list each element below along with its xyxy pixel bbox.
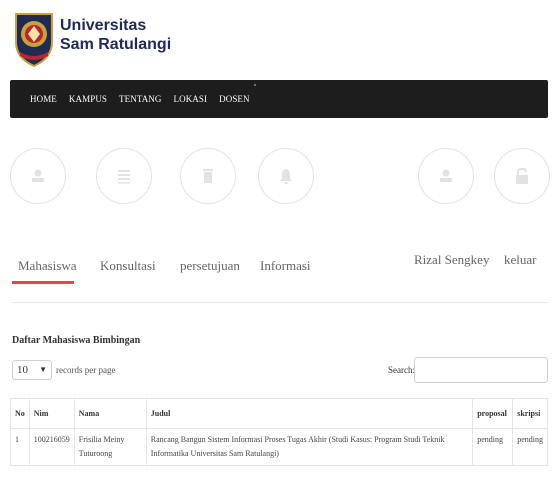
tab-konsultasi-circle[interactable] [96,148,152,204]
tab-konsultasi[interactable]: Konsultasi [100,258,156,274]
nav-indicator-dot [254,84,256,86]
brand-name[interactable]: Universitas Sam Ratulangi [60,16,171,54]
cell-proposal: pending [472,428,514,466]
tab-keluar[interactable]: keluar [504,252,536,268]
col-header-nim[interactable]: Nim [28,398,75,429]
tab-profile-name[interactable]: Rizal Sengkey [414,252,489,268]
main-navbar: HOME KAMPUS TENTANG LOKASI DOSEN [10,80,548,118]
caret-down-icon: ▼ [39,365,47,374]
user-icon [440,169,452,182]
cell-nama: Frisilia Meiny Tuturoong [73,428,147,466]
cell-skripsi: pending [512,428,548,466]
col-header-proposal[interactable]: proposal [472,398,514,429]
nav-item-kampus[interactable]: KAMPUS [69,94,107,104]
university-seal-icon[interactable] [12,8,56,68]
nav-item-tentang[interactable]: TENTANG [119,94,161,104]
table-row[interactable]: 1 100216059 Frisilia Meiny Tuturoong Ran… [10,428,548,466]
tab-profile-circle[interactable] [418,148,474,204]
col-header-skripsi[interactable]: skripsi [512,398,548,429]
tab-mahasiswa-circle[interactable] [10,148,66,204]
page-length-label: records per page [56,365,116,375]
tab-informasi[interactable]: Informasi [260,258,311,274]
brand-line-1: Universitas [60,17,147,34]
tab-informasi-circle[interactable] [258,148,314,204]
nav-item-dosen[interactable]: DOSEN [219,94,250,104]
section-divider [12,302,548,303]
tab-mahasiswa[interactable]: Mahasiswa [18,258,77,274]
nav-item-lokasi[interactable]: LOKASI [174,94,208,104]
brand-line-2: Sam Ratulangi [60,36,172,53]
table-header-row: No Nim Nama Judul proposal skripsi [10,398,548,429]
search-label: Search: [388,365,415,375]
user-icon [32,169,44,182]
bell-icon [280,169,292,184]
col-header-nama[interactable]: Nama [73,398,147,429]
tab-persetujuan-circle[interactable] [180,148,236,204]
nav-item-home[interactable]: HOME [30,94,57,104]
search-input[interactable] [414,357,548,383]
site-header: Universitas Sam Ratulangi [0,0,552,78]
trash-icon [203,169,213,183]
page-length-value: 10 [17,364,28,376]
tab-persetujuan[interactable]: persetujuan [180,258,240,274]
cell-nim: 100216059 [28,428,75,466]
cell-no: 1 [10,428,30,466]
tab-keluar-circle[interactable] [494,148,550,204]
active-tab-indicator [12,281,74,284]
col-header-no[interactable]: No [10,398,30,429]
cell-judul: Rancang Bangun Sistem Informasi Proses T… [145,428,474,466]
col-header-judul[interactable]: Judul [145,398,474,429]
lock-icon [516,167,528,184]
list-icon [118,170,130,184]
section-title: Daftar Mahasiswa Bimbingan [12,335,141,346]
page-length-select[interactable]: 10 ▼ [12,360,52,380]
students-table: No Nim Nama Judul proposal skripsi 1 100… [10,398,548,466]
